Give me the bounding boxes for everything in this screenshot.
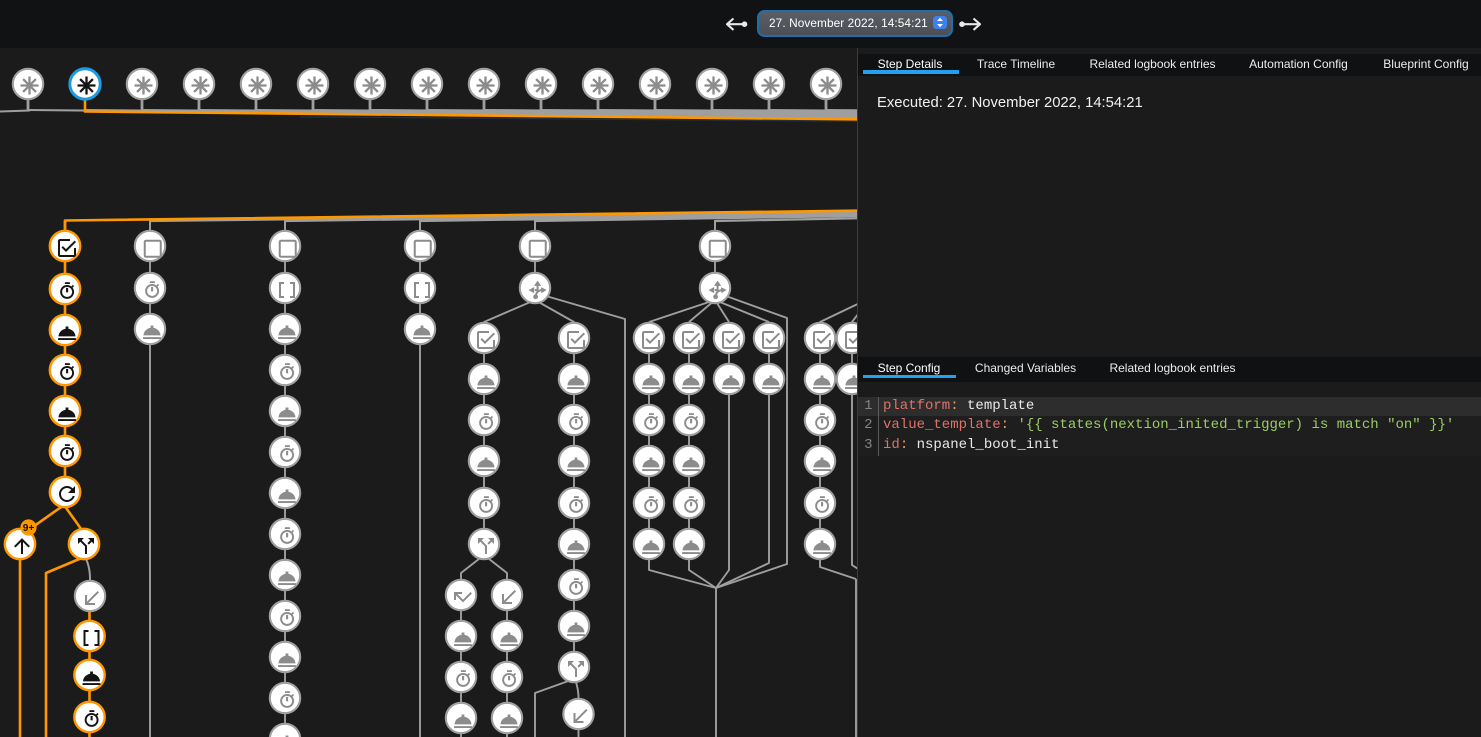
- svg-text:9+: 9+: [23, 523, 35, 534]
